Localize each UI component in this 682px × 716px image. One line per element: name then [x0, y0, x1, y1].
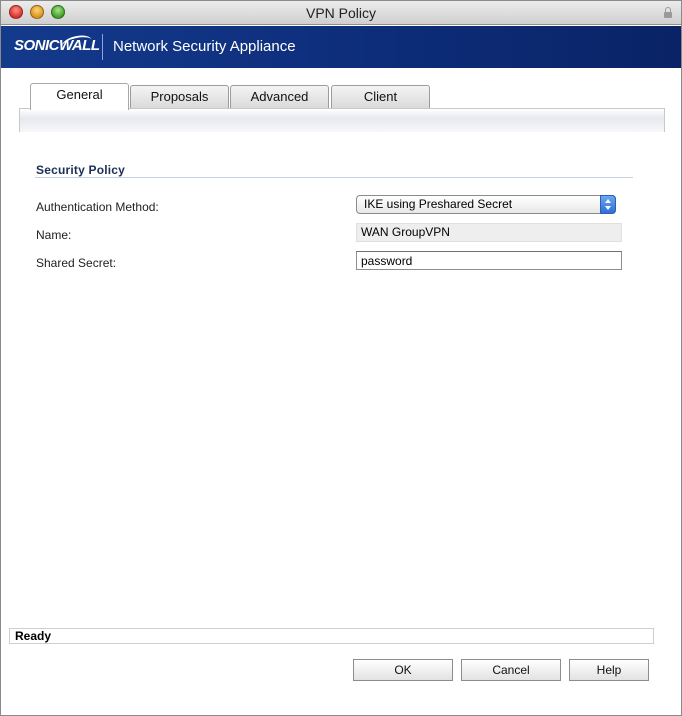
status-bar: Ready	[9, 628, 654, 644]
lock-icon	[664, 7, 672, 18]
cancel-button[interactable]: Cancel	[461, 659, 561, 681]
auth-method-value: IKE using Preshared Secret	[364, 197, 513, 211]
help-button[interactable]: Help	[569, 659, 649, 681]
tab-strip: General Proposals Advanced Client	[19, 83, 665, 110]
tab-advanced[interactable]: Advanced	[230, 85, 329, 109]
shared-secret-input[interactable]	[356, 251, 622, 270]
select-stepper-icon	[600, 195, 616, 214]
auth-method-select[interactable]: IKE using Preshared Secret	[356, 195, 616, 214]
name-label: Name:	[36, 228, 72, 242]
title-bar[interactable]: VPN Policy	[1, 1, 681, 25]
vpn-policy-window: VPN Policy SONICWALL Network Security Ap…	[0, 0, 682, 716]
brand-banner: SONICWALL Network Security Appliance	[1, 26, 681, 68]
tab-general[interactable]: General	[30, 83, 129, 110]
tab-proposals[interactable]: Proposals	[130, 85, 229, 109]
tab-panel-header	[19, 108, 665, 132]
product-title: Network Security Appliance	[113, 38, 296, 55]
shared-secret-label: Shared Secret:	[36, 256, 117, 270]
section-divider	[35, 177, 633, 178]
name-field: WAN GroupVPN	[356, 223, 622, 242]
window-title: VPN Policy	[305, 5, 377, 21]
banner-divider	[102, 34, 103, 60]
ok-button[interactable]: OK	[353, 659, 453, 681]
section-heading: Security Policy	[36, 163, 126, 177]
auth-method-label: Authentication Method:	[36, 200, 159, 214]
tab-client[interactable]: Client	[331, 85, 430, 109]
